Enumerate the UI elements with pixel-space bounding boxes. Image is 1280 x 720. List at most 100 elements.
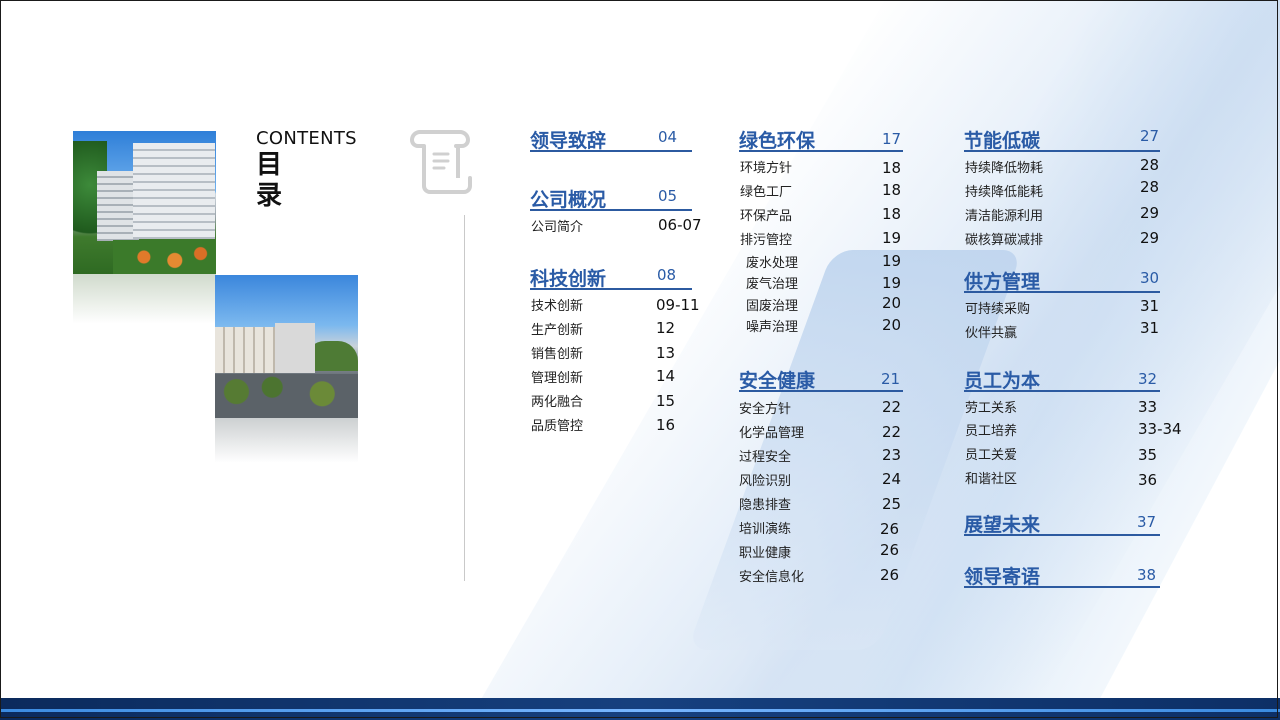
scroll-document-icon [410, 130, 472, 194]
toc-item-page: 28 [1140, 178, 1160, 196]
toc-item[interactable]: 绿色工厂 [740, 181, 792, 200]
toc-item-page: 20 [882, 294, 902, 312]
toc-item[interactable]: 员工培养 [965, 420, 1017, 439]
toc-item[interactable]: 员工关爱 [965, 444, 1017, 463]
toc-item-page: 26 [880, 541, 900, 559]
toc-item-page: 19 [882, 252, 902, 270]
section-page: 08 [657, 266, 677, 284]
toc-item-page: 13 [656, 344, 676, 362]
toc-item-page: 18 [882, 205, 902, 223]
toc-item[interactable]: 伙伴共赢 [965, 322, 1017, 341]
toc-item[interactable]: 环境方针 [740, 157, 792, 176]
toc-section-anquan[interactable]: 安全健康 21 [739, 366, 903, 392]
toc-item[interactable]: 环保产品 [740, 205, 792, 224]
toc-item-page: 12 [656, 319, 676, 337]
toc-item[interactable]: 碳核算碳减排 [965, 229, 1043, 248]
section-title: 科技创新 [530, 268, 607, 290]
toc-item-page: 16 [656, 416, 676, 434]
toc-subitem[interactable]: 废气治理 [746, 273, 798, 292]
toc-subitem[interactable]: 固废治理 [746, 295, 798, 314]
toc-section-jiyu[interactable]: 领导寄语 38 [964, 562, 1160, 588]
section-title: 供方管理 [964, 271, 1041, 293]
toc-item[interactable]: 两化融合 [531, 391, 583, 410]
toc-subitem[interactable]: 噪声治理 [746, 316, 798, 335]
toc-item-page: 26 [880, 520, 900, 538]
toc-item-page: 29 [1140, 204, 1160, 222]
toc-item[interactable]: 职业健康 [739, 542, 791, 561]
office-building-photo [73, 131, 216, 274]
toc-item[interactable]: 品质管控 [531, 415, 583, 434]
toc-item-gongsijianjie[interactable]: 公司简介 [531, 216, 583, 235]
toc-item[interactable]: 清洁能源利用 [965, 205, 1043, 224]
photo-reflection [73, 274, 216, 324]
toc-item[interactable]: 管理创新 [531, 367, 583, 386]
section-page: 38 [1137, 566, 1157, 584]
toc-item-page: 35 [1138, 446, 1158, 464]
toc-item[interactable]: 排污管控 [740, 229, 792, 248]
toc-section-yuangong[interactable]: 员工为本 32 [964, 366, 1160, 392]
campus-photo [215, 275, 358, 418]
section-page: 32 [1138, 370, 1158, 388]
toc-item-page: 26 [880, 566, 900, 584]
toc-item-page: 06-07 [658, 216, 702, 234]
toc-section-jieneng[interactable]: 节能低碳 27 [964, 126, 1160, 152]
section-page: 30 [1140, 269, 1160, 287]
toc-item-page: 36 [1138, 471, 1158, 489]
toc-section-lvse[interactable]: 绿色环保 17 [739, 126, 903, 152]
toc-item-page: 25 [882, 495, 902, 513]
toc-item[interactable]: 持续降低能耗 [965, 181, 1043, 200]
toc-item[interactable]: 技术创新 [531, 295, 583, 314]
section-page: 27 [1140, 127, 1160, 145]
toc-section-lingdao[interactable]: 领导致辞 04 [530, 126, 692, 152]
section-title: 领导寄语 [964, 566, 1041, 588]
toc-item-page: 22 [882, 423, 902, 441]
toc-item-page: 28 [1140, 156, 1160, 174]
section-title: 公司概况 [530, 189, 607, 211]
section-page: 17 [882, 130, 902, 148]
toc-item[interactable]: 劳工关系 [965, 397, 1017, 416]
section-title: 安全健康 [739, 370, 816, 392]
toc-item-page: 15 [656, 392, 676, 410]
section-title: 展望未来 [964, 514, 1041, 536]
footer-accent-line [0, 709, 1280, 712]
contents-title-cn: 目录 [256, 150, 283, 211]
toc-item-page: 09-11 [656, 296, 700, 314]
toc-item[interactable]: 生产创新 [531, 319, 583, 338]
toc-item-page: 33-34 [1138, 420, 1182, 438]
toc-section-gongsi[interactable]: 公司概况 05 [530, 185, 692, 211]
section-title: 领导致辞 [530, 130, 607, 152]
toc-section-gongfang[interactable]: 供方管理 30 [964, 267, 1160, 293]
section-page: 21 [881, 370, 901, 388]
toc-item[interactable]: 持续降低物耗 [965, 157, 1043, 176]
toc-item[interactable]: 销售创新 [531, 343, 583, 362]
toc-item-page: 33 [1138, 398, 1158, 416]
section-title: 节能低碳 [964, 130, 1041, 152]
toc-item-page: 14 [656, 367, 676, 385]
toc-item[interactable]: 过程安全 [739, 446, 791, 465]
photo-reflection [215, 418, 358, 463]
toc-item[interactable]: 可持续采购 [965, 298, 1030, 317]
section-title: 员工为本 [964, 370, 1041, 392]
toc-item[interactable]: 培训演练 [739, 518, 791, 537]
section-page: 04 [658, 128, 678, 146]
toc-item-page: 19 [882, 274, 902, 292]
toc-item-page: 22 [882, 398, 902, 416]
toc-subitem[interactable]: 废水处理 [746, 252, 798, 271]
toc-item[interactable]: 安全方针 [739, 398, 791, 417]
toc-item-page: 20 [882, 316, 902, 334]
background-diagonal-streak [480, 0, 1280, 700]
toc-item-page: 23 [882, 446, 902, 464]
toc-item-page: 24 [882, 470, 902, 488]
toc-section-zhanwang[interactable]: 展望未来 37 [964, 510, 1160, 536]
toc-item-page: 31 [1140, 319, 1160, 337]
section-title: 绿色环保 [739, 130, 816, 152]
toc-section-keji[interactable]: 科技创新 08 [530, 264, 692, 290]
toc-item-page: 29 [1140, 229, 1160, 247]
toc-item[interactable]: 化学品管理 [739, 422, 804, 441]
toc-item-page: 19 [882, 229, 902, 247]
section-page: 37 [1137, 513, 1157, 531]
toc-item[interactable]: 安全信息化 [739, 566, 804, 585]
toc-item[interactable]: 风险识别 [739, 470, 791, 489]
toc-item[interactable]: 隐患排查 [739, 494, 791, 513]
toc-item[interactable]: 和谐社区 [965, 468, 1017, 487]
